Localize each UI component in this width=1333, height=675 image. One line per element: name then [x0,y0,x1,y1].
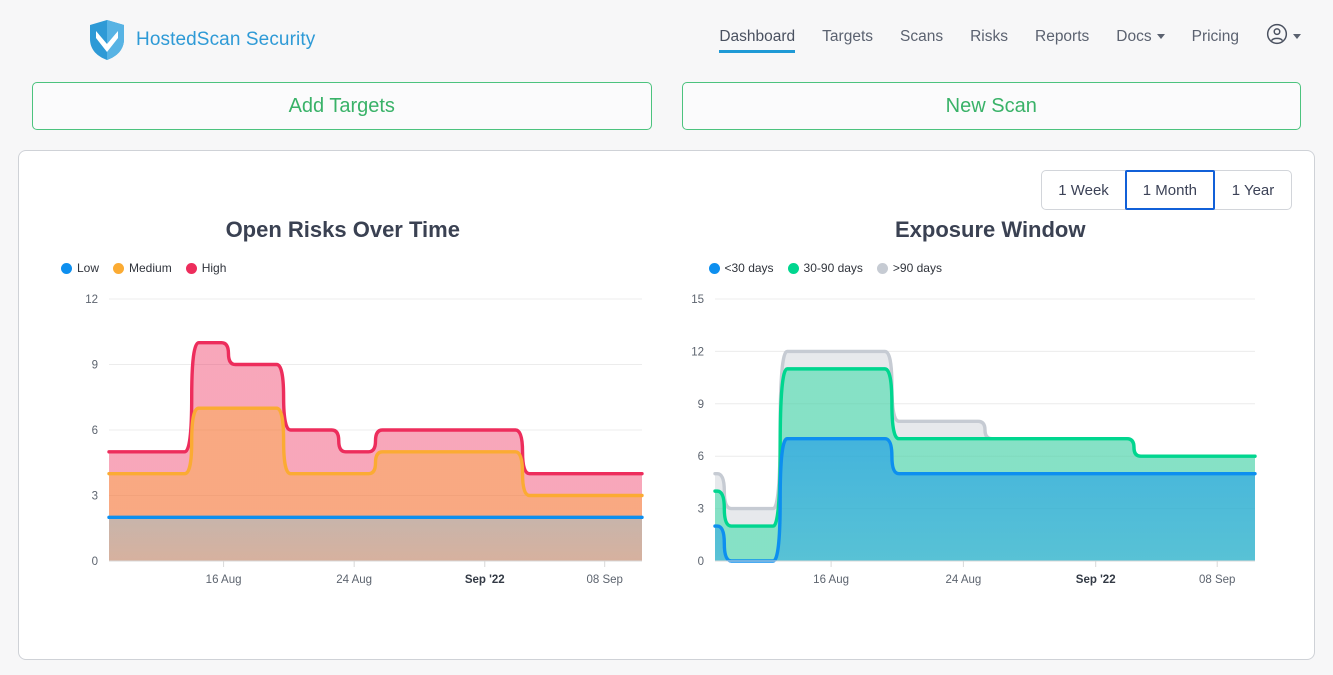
y-axis-tick-label: 3 [697,504,703,516]
x-axis-tick-label: 16 Aug [813,574,849,586]
chevron-down-icon [1156,33,1165,39]
y-axis-tick-label: 0 [92,556,98,568]
y-axis-tick-label: 12 [691,346,704,358]
legend-label-lt30: <30 days [724,261,774,275]
dashboard-card: 1 Week 1 Month 1 Year Open Risks Over Ti… [18,150,1315,660]
open-risks-plot: 0 3 6 9 12 16 Aug 24 Aug Sep '22 08 Sep [19,289,667,609]
y-axis-tick-label: 3 [92,491,98,503]
y-axis-tick-label: 0 [697,556,703,568]
legend-item-medium[interactable]: Medium [113,261,172,275]
legend-swatch-medium [113,262,125,274]
y-axis-tick-label: 12 [85,294,98,306]
shield-check-icon [88,19,126,61]
time-range-selector: 1 Week 1 Month 1 Year [1041,170,1292,210]
y-axis-tick-label: 9 [92,360,98,372]
user-circle-icon [1266,23,1288,50]
x-axis-tick-label: 08 Sep [586,574,622,586]
legend-item-30-90[interactable]: 30-90 days [787,261,863,275]
new-scan-button[interactable]: New Scan [681,82,1301,130]
open-risks-legend: Low Medium High [61,261,667,275]
x-axis-tick-label: 24 Aug [945,574,981,586]
main-nav: Dashboard Targets Scans Risks Reports Do… [719,23,1301,57]
nav-item-targets[interactable]: Targets [822,28,873,53]
open-risks-chart-title: Open Risks Over Time [225,217,460,242]
range-button-1-week[interactable]: 1 Week [1041,170,1126,210]
x-axis-tick-label: Sep '22 [1075,574,1115,586]
legend-label-medium: Medium [129,261,172,275]
account-menu[interactable] [1266,23,1301,57]
legend-swatch-30-90 [787,262,799,274]
legend-item-low[interactable]: Low [61,261,99,275]
legend-label-30-90: 30-90 days [803,261,863,275]
nav-item-dashboard[interactable]: Dashboard [719,28,795,53]
y-axis-tick-label: 6 [697,451,703,463]
legend-swatch-lt30 [708,262,720,274]
range-button-1-year[interactable]: 1 Year [1214,170,1292,210]
x-axis-tick-label: 16 Aug [206,574,242,586]
exposure-window-plot: 0 3 6 9 12 15 16 Aug 24 Aug Sep '22 08 Sep [667,289,1315,609]
range-button-1-month[interactable]: 1 Month [1124,170,1215,210]
nav-item-scans[interactable]: Scans [900,28,943,53]
action-button-row: Add Targets New Scan [0,82,1333,130]
legend-label-high: High [201,261,227,275]
nav-item-reports[interactable]: Reports [1035,28,1089,53]
top-navigation-bar: HostedScan Security Dashboard Targets Sc… [0,0,1333,80]
x-axis-tick-label: 08 Sep [1198,574,1234,586]
legend-swatch-gt90 [876,262,888,274]
legend-swatch-low [61,262,72,274]
legend-item-high[interactable]: High [185,261,227,275]
y-axis-tick-label: 15 [691,294,704,306]
charts-container: Open Risks Over Time Low Medium High 0 3 6… [19,151,1314,609]
x-axis-tick-label: 24 Aug [336,574,372,586]
open-risks-chart-panel: Open Risks Over Time Low Medium High 0 3 6… [19,217,667,609]
legend-item-gt90[interactable]: >90 days [876,261,942,275]
legend-swatch-high [185,262,197,274]
y-axis-tick-label: 9 [697,399,703,411]
exposure-window-chart-title: Exposure Window [895,217,1086,242]
y-axis-tick-label: 6 [92,425,98,437]
add-targets-button[interactable]: Add Targets [32,82,652,130]
exposure-window-chart-panel: Exposure Window <30 days 30-90 days >90 … [667,217,1315,609]
legend-item-lt30[interactable]: <30 days [708,261,774,275]
brand-logo-link[interactable]: HostedScan Security [88,19,315,61]
legend-label-low: Low [77,261,100,275]
nav-item-pricing[interactable]: Pricing [1192,28,1239,53]
chevron-down-icon [1293,34,1301,39]
nav-item-risks[interactable]: Risks [970,28,1008,53]
exposure-window-legend: <30 days 30-90 days >90 days [708,261,1315,275]
area-low [109,517,642,561]
brand-name: HostedScan Security [136,29,316,50]
x-axis-tick-label: Sep '22 [465,574,505,586]
legend-label-gt90: >90 days [892,261,942,275]
nav-item-docs[interactable]: Docs [1116,28,1165,53]
